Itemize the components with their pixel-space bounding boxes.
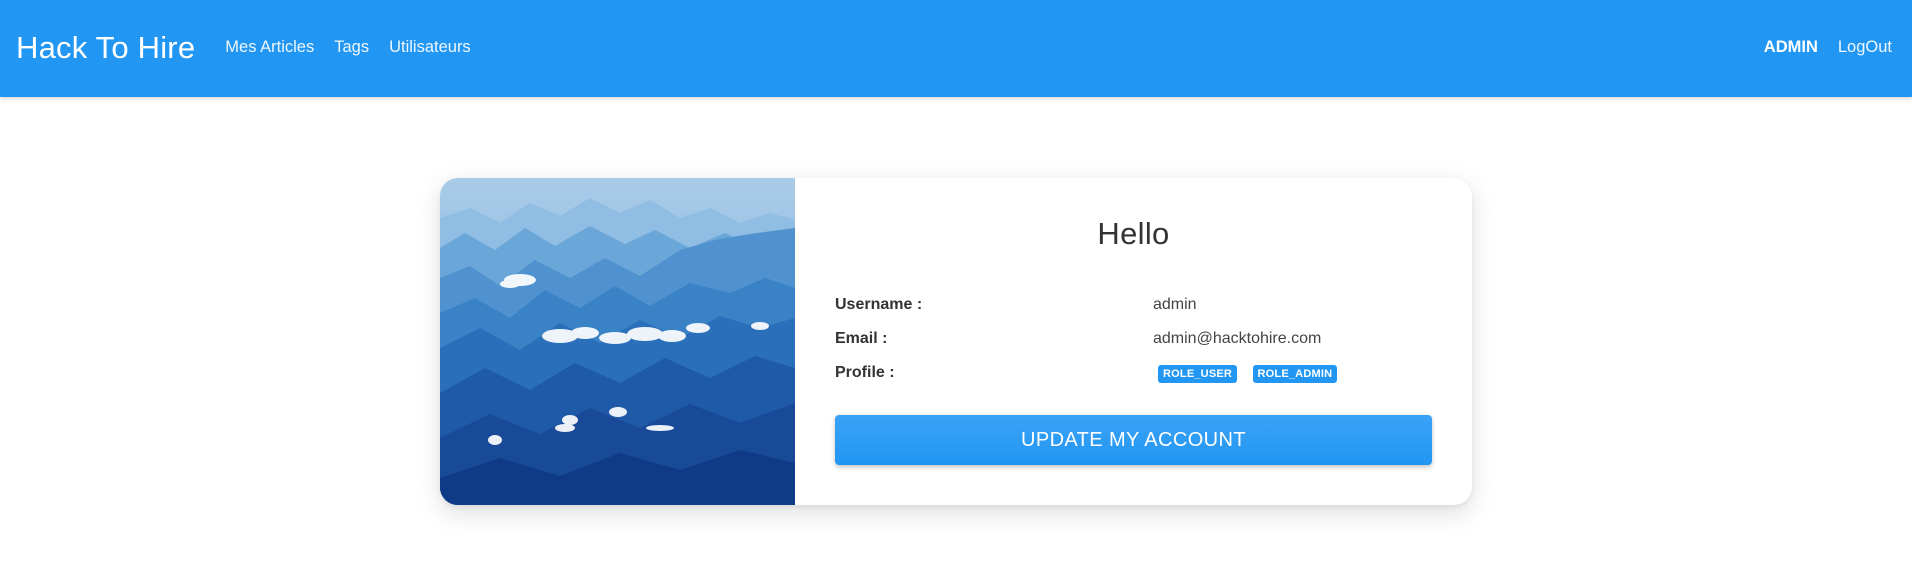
nav-links: Mes Articles Tags Utilisateurs xyxy=(225,38,490,57)
email-label: Email : xyxy=(835,330,888,347)
nav-right: ADMIN LogOut xyxy=(1764,38,1896,57)
profile-card-body: Hello Username : admin Email : admin@hac… xyxy=(795,178,1472,505)
greeting-heading: Hello xyxy=(1097,216,1170,251)
nav-link-tags[interactable]: Tags xyxy=(334,38,369,57)
nav-link-mes-articles[interactable]: Mes Articles xyxy=(225,38,314,57)
nav-user-admin[interactable]: ADMIN xyxy=(1764,38,1818,57)
role-badge-user: ROLE_USER xyxy=(1158,364,1238,383)
mountain-landscape-image xyxy=(440,178,795,505)
nav-link-utilisateurs[interactable]: Utilisateurs xyxy=(389,38,471,57)
username-value: admin xyxy=(1153,296,1197,313)
profile-row: Profile : ROLE_USER ROLE_ADMIN xyxy=(835,362,1432,384)
role-badges: ROLE_USER ROLE_ADMIN xyxy=(1153,364,1343,383)
profile-label: Profile : xyxy=(835,364,895,381)
username-row: Username : admin xyxy=(835,294,1432,316)
email-row: Email : admin@hacktohire.com xyxy=(835,328,1432,350)
brand-link[interactable]: Hack To Hire xyxy=(16,30,195,66)
top-navbar: Hack To Hire Mes Articles Tags Utilisate… xyxy=(0,0,1912,97)
email-value: admin@hacktohire.com xyxy=(1153,330,1322,347)
username-label: Username : xyxy=(835,296,923,313)
profile-card: Hello Username : admin Email : admin@hac… xyxy=(440,178,1472,505)
role-badge-admin: ROLE_ADMIN xyxy=(1252,364,1338,383)
logout-link[interactable]: LogOut xyxy=(1838,38,1892,57)
update-account-button[interactable]: Update my account xyxy=(835,415,1432,465)
